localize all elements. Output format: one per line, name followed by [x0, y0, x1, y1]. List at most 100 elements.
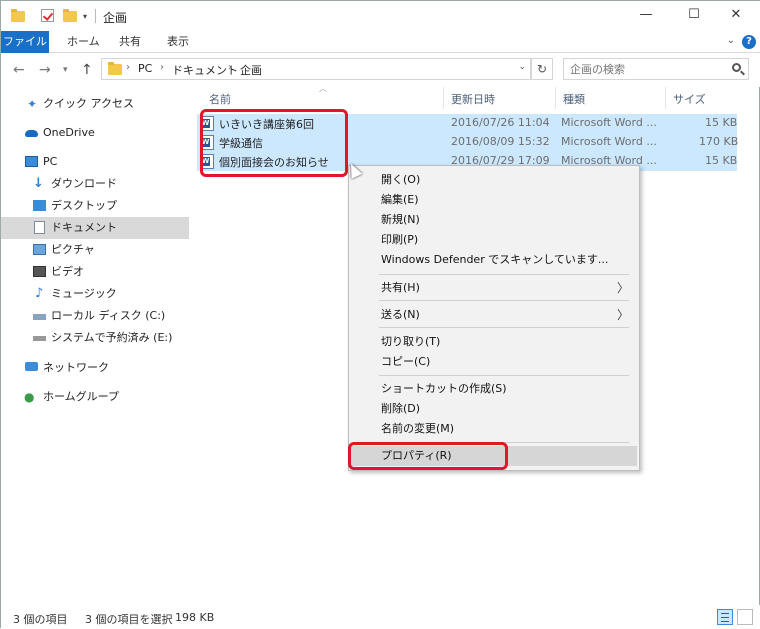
nav-label: PC: [43, 155, 58, 168]
menu-item-label: 開く(O): [381, 173, 421, 186]
address-bar[interactable]: › PC › ドキュメント › 企画 ⌄: [101, 58, 531, 80]
folder-icon[interactable]: [11, 9, 25, 22]
nav-pictures[interactable]: ピクチャ: [1, 239, 189, 261]
submenu-arrow-icon: 〉: [616, 308, 629, 322]
minimize-button[interactable]: —: [623, 1, 669, 31]
help-icon[interactable]: ?: [742, 35, 756, 49]
cloud-icon: [25, 130, 38, 137]
status-item-count: 3 個の項目: [13, 613, 68, 626]
nav-network[interactable]: ネットワーク: [1, 357, 189, 379]
file-date: 2016/08/09 15:32: [451, 135, 550, 148]
column-header-date[interactable]: 更新日時: [451, 90, 495, 114]
menu-item-rename[interactable]: 名前の変更(M): [351, 419, 637, 439]
word-document-icon: [201, 135, 214, 150]
file-name[interactable]: 個別面接会のお知らせ: [219, 154, 329, 170]
column-divider[interactable]: [665, 87, 666, 109]
breadcrumb-pc[interactable]: PC: [138, 62, 152, 75]
menu-item-edit[interactable]: 編集(E): [351, 190, 637, 210]
navigation-pane: ✦ クイック アクセス OneDrive PC ↓ ダウンロード デスクトップ …: [1, 87, 189, 603]
nav-label: ミュージック: [51, 287, 117, 300]
menu-item-new[interactable]: 新規(N): [351, 210, 637, 230]
refresh-button[interactable]: ↻: [531, 58, 553, 80]
nav-pc[interactable]: PC: [1, 151, 189, 173]
close-button[interactable]: ✕: [713, 1, 759, 31]
context-menu: 開く(O) 編集(E) 新規(N) 印刷(P) Windows Defender…: [348, 165, 640, 471]
file-size: 15 KB: [705, 154, 738, 167]
column-header-size[interactable]: サイズ: [673, 90, 706, 114]
nav-desktop[interactable]: デスクトップ: [1, 195, 189, 217]
search-box[interactable]: [563, 58, 749, 80]
menu-item-delete[interactable]: 削除(D): [351, 399, 637, 419]
nav-documents[interactable]: ドキュメント: [1, 217, 189, 239]
back-arrow-icon[interactable]: ←: [13, 62, 25, 78]
nav-quick-access[interactable]: ✦ クイック アクセス: [1, 93, 189, 115]
menu-item-properties[interactable]: プロパティ(R): [351, 446, 637, 466]
nav-label: ドキュメント: [51, 221, 117, 234]
ribbon-expand-icon[interactable]: ⌄: [727, 35, 735, 46]
up-arrow-icon[interactable]: ↑: [81, 62, 93, 78]
menu-item-send-to[interactable]: 送る(N) 〉: [351, 305, 637, 325]
breadcrumb-kikaku[interactable]: 企画: [240, 62, 262, 78]
nav-music[interactable]: ♪ ミュージック: [1, 283, 189, 305]
nav-label: ホームグループ: [43, 390, 120, 403]
homegroup-icon: ●: [24, 390, 35, 404]
large-icons-view-icon[interactable]: [737, 609, 753, 625]
menu-item-label: 新規(N): [381, 213, 420, 226]
tab-file[interactable]: ファイル: [1, 31, 49, 53]
videos-icon: [33, 266, 46, 277]
menu-item-label: プロパティ(R): [381, 449, 452, 462]
nav-label: ローカル ディスク (C:): [51, 309, 166, 322]
documents-icon: [34, 221, 45, 234]
download-icon: ↓: [33, 176, 44, 191]
nav-label: ピクチャ: [51, 243, 95, 256]
menu-item-label: 切り取り(T): [381, 335, 441, 348]
tab-home[interactable]: ホーム: [57, 31, 110, 53]
tab-view[interactable]: 表示: [157, 31, 199, 53]
menu-item-open[interactable]: 開く(O): [351, 170, 637, 190]
tab-share[interactable]: 共有: [109, 31, 151, 53]
drive-icon: [33, 336, 46, 341]
nav-downloads[interactable]: ↓ ダウンロード: [1, 173, 189, 195]
nav-reserved-e[interactable]: システムで予約済み (E:): [1, 327, 189, 349]
file-name[interactable]: 学級通信: [219, 135, 263, 151]
column-header-type[interactable]: 種類: [563, 90, 585, 114]
maximize-button[interactable]: ☐: [671, 1, 717, 31]
file-name[interactable]: いきいき講座第6回: [219, 116, 314, 132]
breadcrumb-separator-icon[interactable]: ›: [160, 62, 164, 73]
breadcrumb-separator-icon[interactable]: ›: [126, 62, 130, 73]
menu-item-cut[interactable]: 切り取り(T): [351, 332, 637, 352]
menu-item-copy[interactable]: コピー(C): [351, 352, 637, 372]
nav-local-disk-c[interactable]: ローカル ディスク (C:): [1, 305, 189, 327]
file-size: 170 KB: [699, 135, 739, 148]
new-folder-icon[interactable]: [63, 9, 77, 22]
forward-arrow-icon[interactable]: →: [39, 62, 51, 78]
table-row[interactable]: 学級通信 2016/08/09 15:32 Microsoft Word ...…: [197, 133, 739, 152]
music-icon: ♪: [35, 286, 44, 301]
menu-item-label: コピー(C): [381, 355, 431, 368]
ribbon-tabs: ファイル ホーム 共有 表示 ⌄ ?: [1, 31, 760, 53]
nav-label: デスクトップ: [51, 199, 117, 212]
menu-item-share[interactable]: 共有(H) 〉: [351, 278, 637, 298]
quick-access-dropdown-icon[interactable]: ▾: [83, 12, 87, 21]
details-view-icon[interactable]: [717, 609, 733, 625]
menu-item-create-shortcut[interactable]: ショートカットの作成(S): [351, 379, 637, 399]
menu-divider: [379, 327, 629, 328]
status-selection-size: 198 KB: [175, 611, 215, 624]
nav-onedrive[interactable]: OneDrive: [1, 122, 189, 144]
properties-quick-icon[interactable]: [41, 9, 54, 22]
search-input[interactable]: [570, 61, 720, 77]
nav-homegroup[interactable]: ● ホームグループ: [1, 386, 189, 408]
search-icon[interactable]: [732, 63, 741, 72]
menu-item-print[interactable]: 印刷(P): [351, 230, 637, 250]
menu-item-label: 編集(E): [381, 193, 419, 206]
column-divider[interactable]: [555, 87, 556, 109]
table-row[interactable]: いきいき講座第6回 2016/07/26 11:04 Microsoft Wor…: [197, 114, 737, 133]
column-divider[interactable]: [443, 87, 444, 109]
menu-item-defender-scan[interactable]: Windows Defender でスキャンしています...: [351, 250, 637, 270]
column-header-name[interactable]: 名前: [209, 90, 231, 114]
address-dropdown-icon[interactable]: ⌄: [518, 62, 526, 72]
breadcrumb-separator-icon[interactable]: ›: [228, 62, 232, 73]
nav-videos[interactable]: ビデオ: [1, 261, 189, 283]
sort-ascending-icon: ︿: [319, 84, 327, 93]
recent-locations-icon[interactable]: ▾: [63, 65, 68, 75]
